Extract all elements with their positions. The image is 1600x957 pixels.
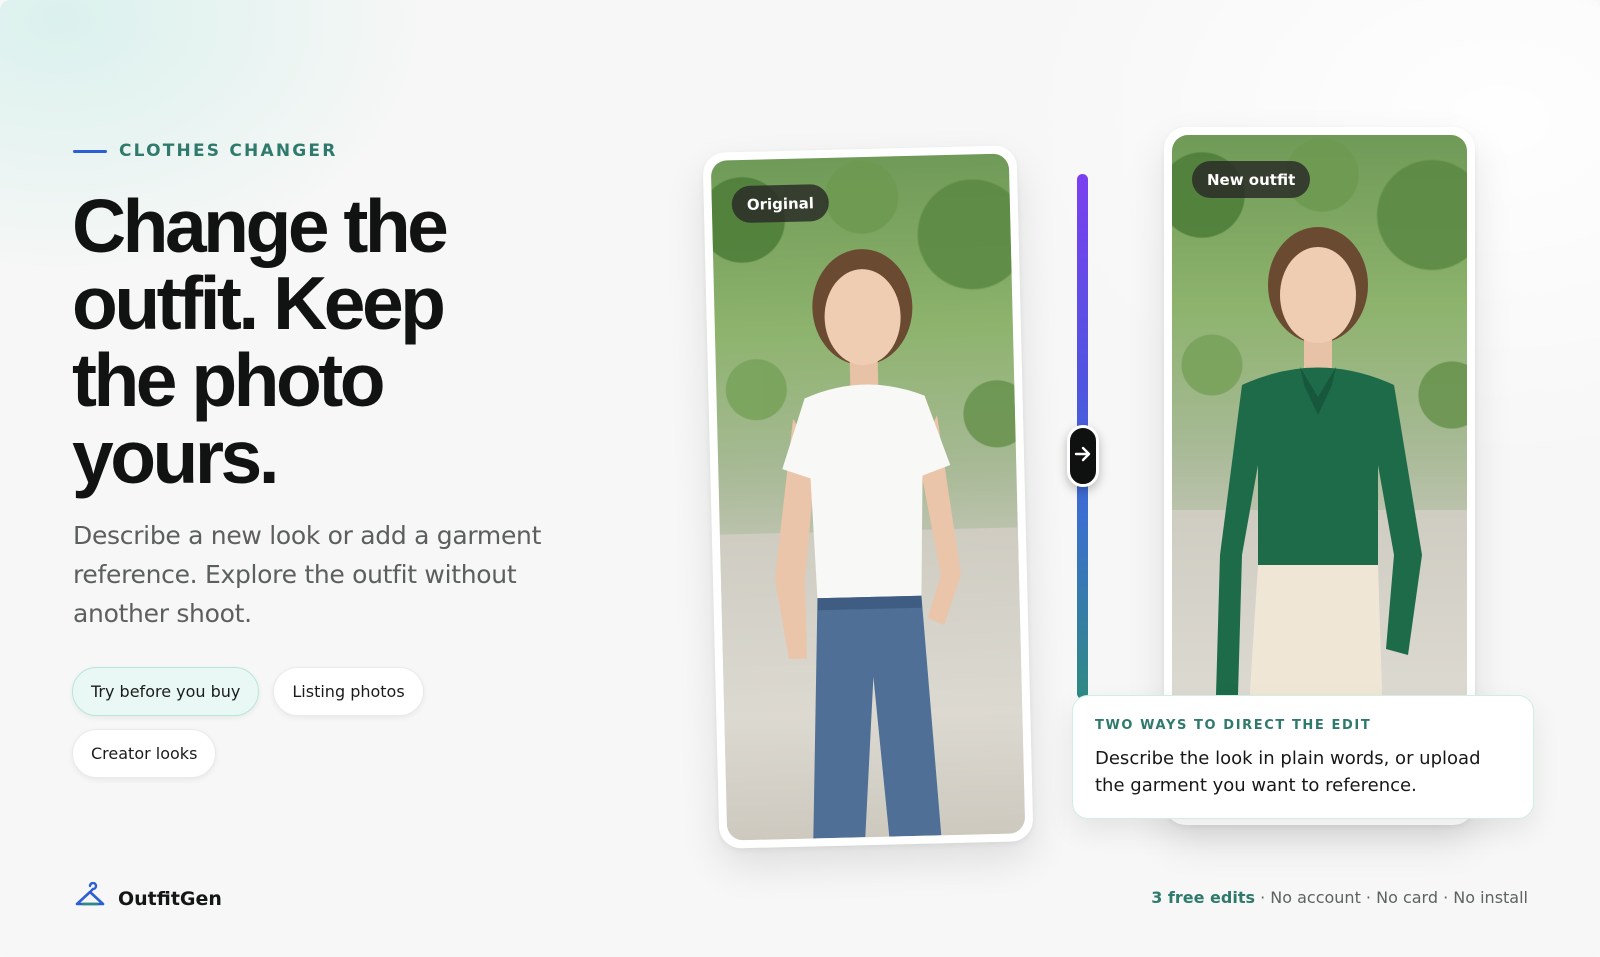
hanger-icon [74,881,106,915]
headline-line: the photo [72,338,386,422]
new-outfit-badge: New outfit [1192,161,1311,198]
eyebrow-line [73,149,107,153]
info-card-body: Describe the look in plain words, or upl… [1095,748,1481,796]
person-original [774,249,961,839]
headline-line: yours. [72,415,280,499]
original-badge: Original [731,183,830,224]
headline-line: Change the [72,184,449,268]
headline-line: outfit. Keep [72,261,446,345]
info-card-title: TWO WAYS TO DIRECT THE EDIT [1095,718,1372,733]
hero-headline: Change the outfit. Keep the photo yours. [72,188,592,496]
brand-name: OutfitGen [118,887,222,910]
direct-edit-info-card: TWO WAYS TO DIRECT THE EDIT Describe the… [1072,695,1534,819]
free-edits-highlight: 3 free edits [1151,888,1255,907]
eyebrow: CLOTHES CHANGER [73,141,338,161]
chip-creator-looks[interactable]: Creator looks [72,729,217,778]
arrow-right-icon [1073,444,1093,469]
chip-try-before-you-buy[interactable]: Try before you buy [72,667,260,716]
footer-note: 3 free edits · No account · No card · No… [1151,888,1528,907]
use-case-chips: Try before you buy Listing photos Creato… [72,667,472,778]
chip-listing-photos[interactable]: Listing photos [273,667,424,716]
original-photo: Original [710,153,1026,841]
original-photo-card: Original [702,145,1034,849]
eyebrow-label: CLOTHES CHANGER [119,141,338,161]
comparison-slider-handle[interactable] [1067,425,1099,487]
brand[interactable]: OutfitGen [74,881,222,915]
hero-subhead: Describe a new look or add a garment ref… [73,521,542,628]
page: CLOTHES CHANGER Change the outfit. Keep … [0,0,1600,957]
footer-rest: · No account · No card · No install [1255,888,1528,907]
